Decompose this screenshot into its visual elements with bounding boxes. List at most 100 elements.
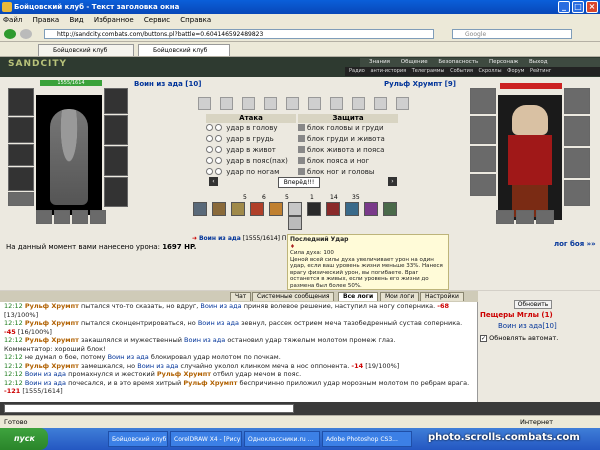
radio-icon[interactable]	[206, 168, 213, 175]
right-weapon-slot[interactable]	[470, 146, 496, 172]
effect-strike-icon[interactable]	[269, 202, 283, 216]
battle-log-link[interactable]: лог боя »»	[554, 240, 596, 248]
maximize-button[interactable]: □	[572, 1, 584, 13]
taskbar-item-coreldraw[interactable]: CorelDRAW X4 - [Рису...	[170, 431, 242, 447]
slot-button-10[interactable]	[396, 97, 409, 110]
right-gloves-slot[interactable]	[564, 180, 590, 206]
tab-combats-2[interactable]: Бойцовский клуб	[138, 44, 230, 56]
forward-button[interactable]: Вперёд!!!	[278, 177, 320, 188]
next-arrow-icon[interactable]: ›	[388, 177, 397, 186]
nav-knowledge[interactable]: Знания	[369, 59, 390, 65]
subnav-events[interactable]: События	[450, 68, 473, 74]
menu-file[interactable]: Файл	[3, 16, 22, 24]
helmet-slot[interactable]	[8, 88, 34, 116]
radio-icon[interactable]	[206, 124, 213, 131]
armor-slot[interactable]	[8, 117, 34, 143]
nav-exit[interactable]: Выход	[529, 59, 548, 65]
nav-security[interactable]: Безопасность	[438, 59, 478, 65]
radio-icon[interactable]	[215, 157, 222, 164]
chat-input[interactable]	[4, 404, 294, 413]
radio-icon[interactable]	[215, 124, 222, 131]
online-user[interactable]: Воин из ада[10]	[498, 322, 557, 330]
block-belly-belt-option[interactable]: блок живота и пояса	[298, 145, 398, 156]
subnav-forum[interactable]: Форум	[507, 68, 524, 74]
tab-combats-1[interactable]: Бойцовский клуб	[38, 44, 134, 56]
right-helmet-slot[interactable]	[470, 88, 496, 114]
tab-chat[interactable]: Чат	[230, 292, 252, 301]
slot-button-8[interactable]	[352, 97, 365, 110]
tab-settings[interactable]: Настройки	[420, 292, 464, 301]
boots-slot[interactable]	[104, 146, 128, 176]
auto-refresh-checkbox[interactable]: ✓ Обновлять автомат.	[480, 334, 558, 342]
slot-button-4[interactable]	[264, 97, 277, 110]
tab-all-logs[interactable]: Все логи	[338, 292, 379, 301]
attack-chest-option[interactable]: удар в грудь	[206, 134, 296, 145]
minimize-button[interactable]: _	[558, 1, 570, 13]
attack-belly-option[interactable]: удар в живот	[206, 145, 296, 156]
chat-input-bar[interactable]	[0, 402, 600, 415]
radio-icon[interactable]	[206, 146, 213, 153]
effect-fire-icon[interactable]	[212, 202, 226, 216]
subnav-telegrams[interactable]: Телеграммы	[412, 68, 445, 74]
menu-help[interactable]: Справка	[180, 16, 211, 24]
radio-icon[interactable]	[215, 146, 222, 153]
weapon-slot[interactable]	[8, 144, 34, 166]
nav-communication[interactable]: Общение	[401, 59, 428, 65]
radio-icon[interactable]	[206, 135, 213, 142]
menu-edit[interactable]: Правка	[33, 16, 60, 24]
url-input[interactable]: http://sandcity.combats.com/buttons.pl?b…	[44, 29, 434, 39]
nav-character[interactable]: Персонаж	[489, 59, 518, 65]
menu-favorites[interactable]: Избранное	[94, 16, 134, 24]
checkbox-icon[interactable]: ✓	[480, 335, 487, 342]
right-boots-slot[interactable]	[564, 116, 590, 146]
right-shield-slot[interactable]	[564, 88, 590, 114]
radio-icon[interactable]	[215, 168, 222, 175]
menu-tools[interactable]: Сервис	[144, 16, 170, 24]
ring-slot[interactable]	[8, 192, 34, 206]
subnav-antihistory[interactable]: анти-история	[370, 68, 406, 74]
tab-my-logs[interactable]: Мои логи	[380, 292, 420, 301]
right-armor-slot[interactable]	[470, 116, 496, 144]
subnav-rating[interactable]: Рейтинг	[530, 68, 551, 74]
gloves-slot[interactable]	[72, 210, 88, 224]
forward-icon[interactable]	[20, 29, 32, 39]
right-player-name[interactable]: Рульф Хрумпт [9]	[384, 80, 456, 88]
block-head-chest-option[interactable]: блок головы и груди	[298, 123, 398, 134]
pants-slot[interactable]	[104, 177, 128, 207]
effect-magic-icon[interactable]	[364, 202, 378, 216]
taskbar-item-odnoklassniki[interactable]: Одноклассники.ru ...	[244, 431, 320, 447]
attack-groin-option[interactable]: удар в пояс(пах)	[206, 156, 296, 167]
close-button[interactable]: ×	[586, 1, 598, 13]
slot-button-2[interactable]	[220, 97, 233, 110]
right-pants-slot[interactable]	[564, 148, 590, 178]
effect-nature-icon[interactable]	[383, 202, 397, 216]
right-ring-slot-2[interactable]	[516, 210, 534, 224]
block-chest-belly-option[interactable]: блок груди и живота	[298, 134, 398, 145]
slot-button-1[interactable]	[198, 97, 211, 110]
effect-blood-icon[interactable]	[250, 202, 264, 216]
block-belt-legs-option[interactable]: блок пояса и ног	[298, 156, 398, 167]
refresh-button[interactable]: Обновить	[514, 300, 552, 309]
slot-button-3[interactable]	[242, 97, 255, 110]
sword-slot[interactable]	[104, 115, 128, 145]
slot-button-5[interactable]	[286, 97, 299, 110]
right-belt-slot[interactable]	[470, 174, 496, 196]
back-icon[interactable]	[4, 29, 16, 39]
attack-head-option[interactable]: удар в голову	[206, 123, 296, 134]
effect-last-strike-icon[interactable]	[288, 216, 302, 230]
effect-frost-icon[interactable]	[345, 202, 359, 216]
slot-button-6[interactable]	[308, 97, 321, 110]
taskbar-item-browser[interactable]: Бойцовский клуб - Те...	[108, 431, 168, 447]
effect-rage-icon[interactable]	[326, 202, 340, 216]
prev-arrow-icon[interactable]: ‹	[209, 177, 218, 186]
effect-dark-icon[interactable]	[307, 202, 321, 216]
effect-sun-icon[interactable]	[231, 202, 245, 216]
amulet-slot[interactable]	[36, 210, 52, 224]
right-ring-slot-1[interactable]	[496, 210, 514, 224]
bracer-slot[interactable]	[90, 210, 106, 224]
slot-button-9[interactable]	[374, 97, 387, 110]
subnav-radio[interactable]: Радио	[349, 68, 365, 74]
left-player-name[interactable]: Воин из ада [10]	[134, 80, 201, 88]
radio-icon[interactable]	[215, 135, 222, 142]
belt-slot[interactable]	[8, 167, 34, 191]
